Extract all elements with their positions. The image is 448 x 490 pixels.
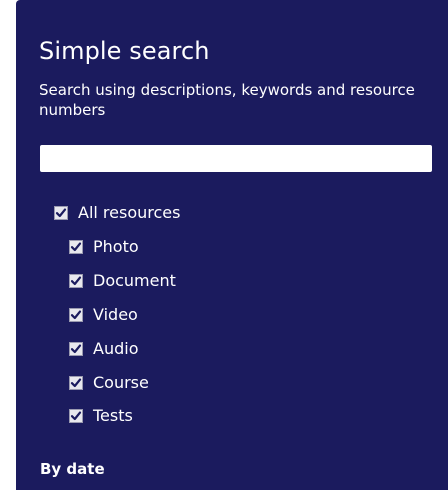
checkbox-label: Audio — [93, 339, 139, 358]
checkbox-checked-icon[interactable] — [69, 376, 83, 390]
checkbox-label: All resources — [78, 203, 181, 222]
checkbox-photo[interactable]: Photo — [69, 236, 139, 258]
checkbox-checked-icon[interactable] — [69, 274, 83, 288]
checkbox-label: Photo — [93, 237, 139, 256]
search-input[interactable] — [40, 145, 432, 172]
by-date-heading[interactable]: By date — [40, 459, 105, 479]
checkbox-checked-icon[interactable] — [69, 308, 83, 322]
simple-search-panel: Simple search Search using descriptions,… — [16, 0, 448, 490]
checkbox-course[interactable]: Course — [69, 372, 149, 394]
checkbox-audio[interactable]: Audio — [69, 338, 138, 360]
checkbox-checked-icon[interactable] — [69, 409, 83, 423]
panel-title: Simple search — [39, 37, 210, 65]
checkbox-checked-icon[interactable] — [69, 240, 83, 254]
checkbox-label: Course — [93, 373, 149, 392]
checkbox-document[interactable]: Document — [69, 270, 176, 292]
checkbox-video[interactable]: Video — [69, 304, 138, 326]
checkbox-checked-icon[interactable] — [69, 342, 83, 356]
checkbox-all-resources[interactable]: All resources — [54, 202, 180, 224]
checkbox-label: Document — [93, 271, 176, 290]
checkbox-label: Tests — [93, 406, 133, 425]
checkbox-checked-icon[interactable] — [54, 206, 68, 220]
panel-subtitle: Search using descriptions, keywords and … — [39, 81, 415, 119]
checkbox-label: Video — [93, 305, 138, 324]
checkbox-tests[interactable]: Tests — [69, 405, 133, 427]
